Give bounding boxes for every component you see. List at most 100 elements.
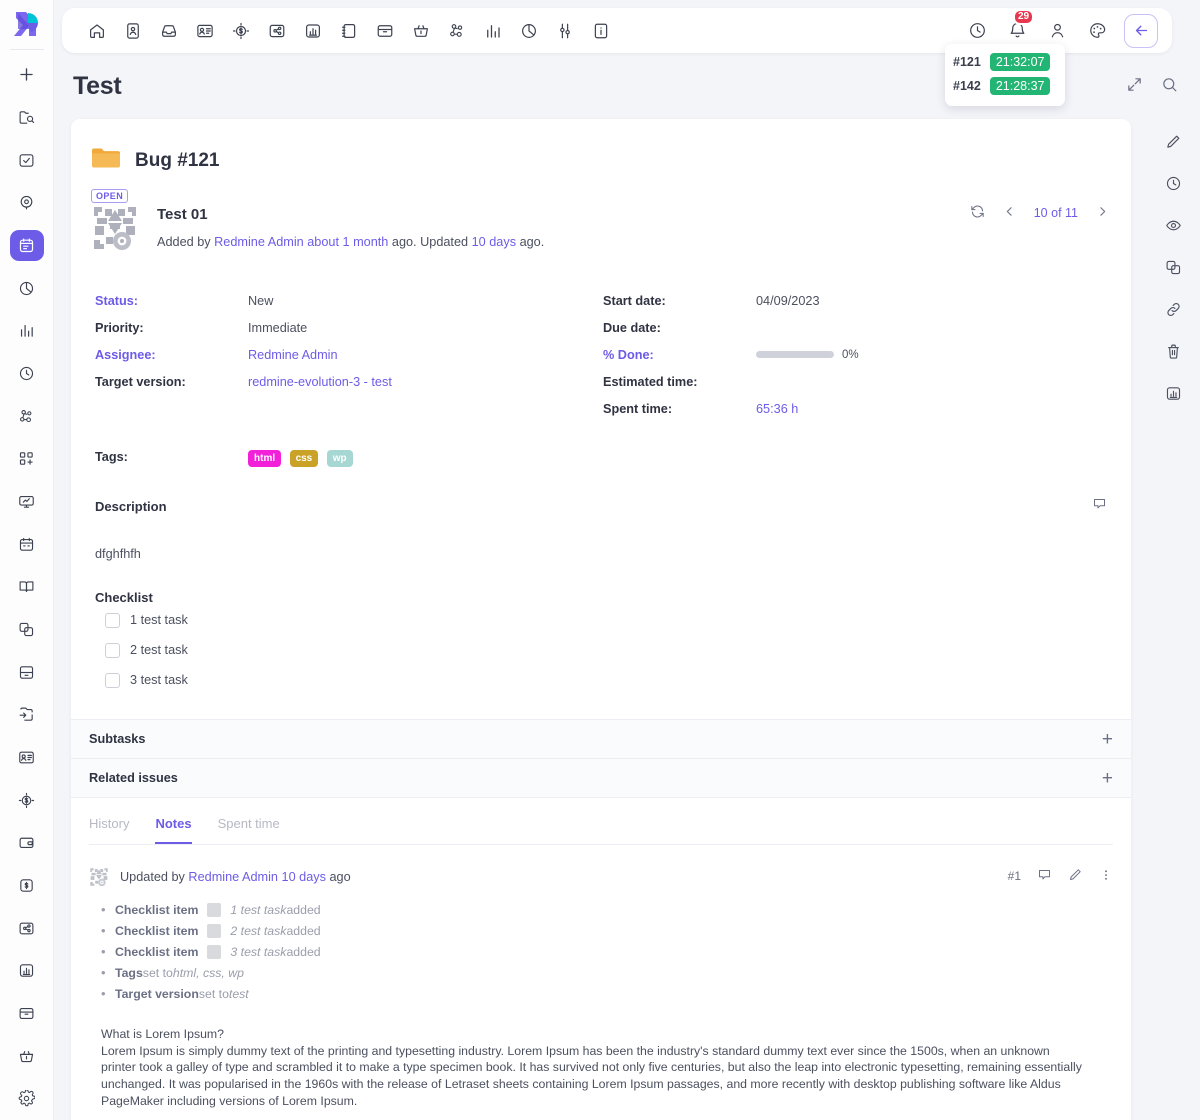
chevron-left-icon[interactable] (1003, 205, 1016, 221)
pencil-icon[interactable] (1158, 126, 1188, 156)
sidebar-item-budget[interactable] (10, 785, 44, 816)
sidebar-item-copy-items[interactable] (10, 614, 44, 645)
sidebar-item-project-search[interactable] (10, 102, 44, 133)
checklist-item[interactable]: 3 test task (91, 665, 1111, 695)
sidebar-item-settings[interactable] (10, 1083, 44, 1114)
refresh-icon[interactable] (970, 204, 985, 222)
note-header: Updated by Redmine Admin 10 days ago (89, 867, 1113, 887)
attribute-value[interactable]: Redmine Admin (248, 348, 338, 362)
people-group-icon[interactable] (444, 18, 470, 44)
sidebar-item-inbox[interactable] (10, 998, 44, 1029)
timer-elapsed: 21:28:37 (989, 77, 1051, 95)
sidebar-item-teams[interactable] (10, 401, 44, 432)
sidebar-item-knowledge-base[interactable] (10, 571, 44, 602)
sliders-icon[interactable] (552, 18, 578, 44)
pencil-icon[interactable] (1068, 867, 1083, 885)
sidebar-item-wallet[interactable] (10, 827, 44, 858)
sidebar-item-statistics[interactable] (10, 316, 44, 347)
sidebar-item-basket[interactable] (10, 1041, 44, 1072)
pie-chart-icon[interactable] (516, 18, 542, 44)
note-number[interactable]: #1 (1008, 869, 1021, 883)
plus-icon[interactable]: + (1102, 769, 1113, 788)
checkbox[interactable] (105, 672, 120, 688)
copy-icon[interactable] (1158, 252, 1188, 282)
tag-chip[interactable]: html (248, 450, 282, 467)
sidebar-item-tasks[interactable] (10, 145, 44, 176)
attribute-value: 04/09/2023 (756, 293, 820, 308)
eye-icon[interactable] (1158, 210, 1188, 240)
issue-author-link[interactable]: Redmine Admin (214, 235, 304, 249)
sidebar-item-issues[interactable] (9, 230, 44, 261)
notifications-button[interactable]: 29 (1004, 8, 1035, 44)
sidebar-item-location[interactable] (10, 188, 44, 219)
kebab-menu-icon[interactable] (1099, 868, 1113, 885)
status-badge: OPEN (91, 189, 129, 203)
sidebar-item-import[interactable] (10, 699, 44, 730)
change-property: Checklist item (115, 923, 199, 938)
sidebar-item-share-folder[interactable] (10, 913, 44, 944)
attribute-label[interactable]: Assignee: (95, 348, 248, 362)
tag-chip[interactable]: wp (326, 450, 353, 467)
sidebar-item-drawer[interactable] (10, 657, 44, 688)
chart-box-icon[interactable] (300, 18, 326, 44)
note-time-ago[interactable]: 10 days (282, 870, 326, 884)
chart-box-icon[interactable] (1158, 378, 1188, 408)
timer-row[interactable]: #142 21:28:37 (953, 74, 1057, 98)
home-icon[interactable] (84, 18, 110, 44)
palette-icon[interactable] (1084, 18, 1110, 44)
sidebar-item-contacts[interactable] (10, 742, 44, 773)
back-button[interactable] (1124, 13, 1158, 48)
sidebar-item-analytics-box[interactable] (10, 955, 44, 986)
note-header-text: Updated by Redmine Admin 10 days ago (120, 870, 351, 884)
checklist-item[interactable]: 1 test task (91, 605, 1111, 635)
id-card-icon[interactable] (120, 18, 146, 44)
comment-icon[interactable] (1092, 496, 1111, 516)
chevron-right-icon[interactable] (1096, 205, 1109, 221)
attribute-label[interactable]: % Done: (603, 348, 756, 362)
issue-updated-ago[interactable]: 10 days (472, 235, 516, 249)
info-box-icon[interactable] (588, 18, 614, 44)
issue-created-ago[interactable]: about 1 month (307, 235, 388, 249)
sidebar-item-add-module[interactable] (10, 444, 44, 475)
tab-spent-time[interactable]: Spent time (218, 816, 280, 844)
added-by-label: Added by (157, 235, 215, 249)
notebook-icon[interactable] (336, 18, 362, 44)
sidebar-item-add[interactable] (10, 60, 44, 91)
user-icon[interactable] (1044, 18, 1070, 44)
tag-chip[interactable]: css (289, 450, 319, 467)
tray-icon[interactable] (156, 18, 182, 44)
plus-icon[interactable]: + (1102, 730, 1113, 749)
attribute-label[interactable]: Status: (95, 294, 248, 308)
change-value: test (228, 986, 249, 1001)
note-body-heading: What is Lorem Ipsum? (101, 1027, 225, 1041)
attribute-value[interactable]: 65:36 h (756, 402, 798, 416)
link-icon[interactable] (1158, 294, 1188, 324)
archive-box-icon[interactable] (372, 18, 398, 44)
app-logo[interactable] (0, 0, 54, 49)
tab-history[interactable]: History (89, 816, 129, 844)
checkbox[interactable] (105, 612, 120, 628)
sidebar-item-calendar[interactable] (10, 529, 44, 560)
clock-icon[interactable] (1158, 168, 1188, 198)
tab-notes[interactable]: Notes (155, 816, 192, 844)
note-author-link[interactable]: Redmine Admin (188, 870, 278, 884)
sidebar-item-invoices[interactable] (10, 870, 44, 901)
comment-icon[interactable] (1037, 867, 1052, 885)
bar-chart-icon[interactable] (480, 18, 506, 44)
checkbox[interactable] (105, 642, 120, 658)
sidebar-item-time-tracking[interactable] (10, 358, 44, 389)
contact-list-icon[interactable] (192, 18, 218, 44)
coin-target-icon[interactable] (228, 18, 254, 44)
trash-icon[interactable] (1158, 336, 1188, 366)
attribute-value[interactable]: redmine-evolution-3 - test (248, 375, 392, 389)
timer-row[interactable]: #121 21:32:07 (953, 50, 1057, 74)
clock-icon[interactable] (964, 18, 990, 44)
sidebar-item-monitor[interactable] (10, 486, 44, 517)
timer-elapsed: 21:32:07 (989, 53, 1051, 71)
expand-arrows-icon[interactable] (1126, 76, 1143, 98)
checklist-item[interactable]: 2 test task (91, 635, 1111, 665)
change-property: Tags (115, 965, 143, 980)
folder-share-icon[interactable] (264, 18, 290, 44)
basket-icon[interactable] (408, 18, 434, 44)
sidebar-item-reports[interactable] (10, 273, 44, 304)
